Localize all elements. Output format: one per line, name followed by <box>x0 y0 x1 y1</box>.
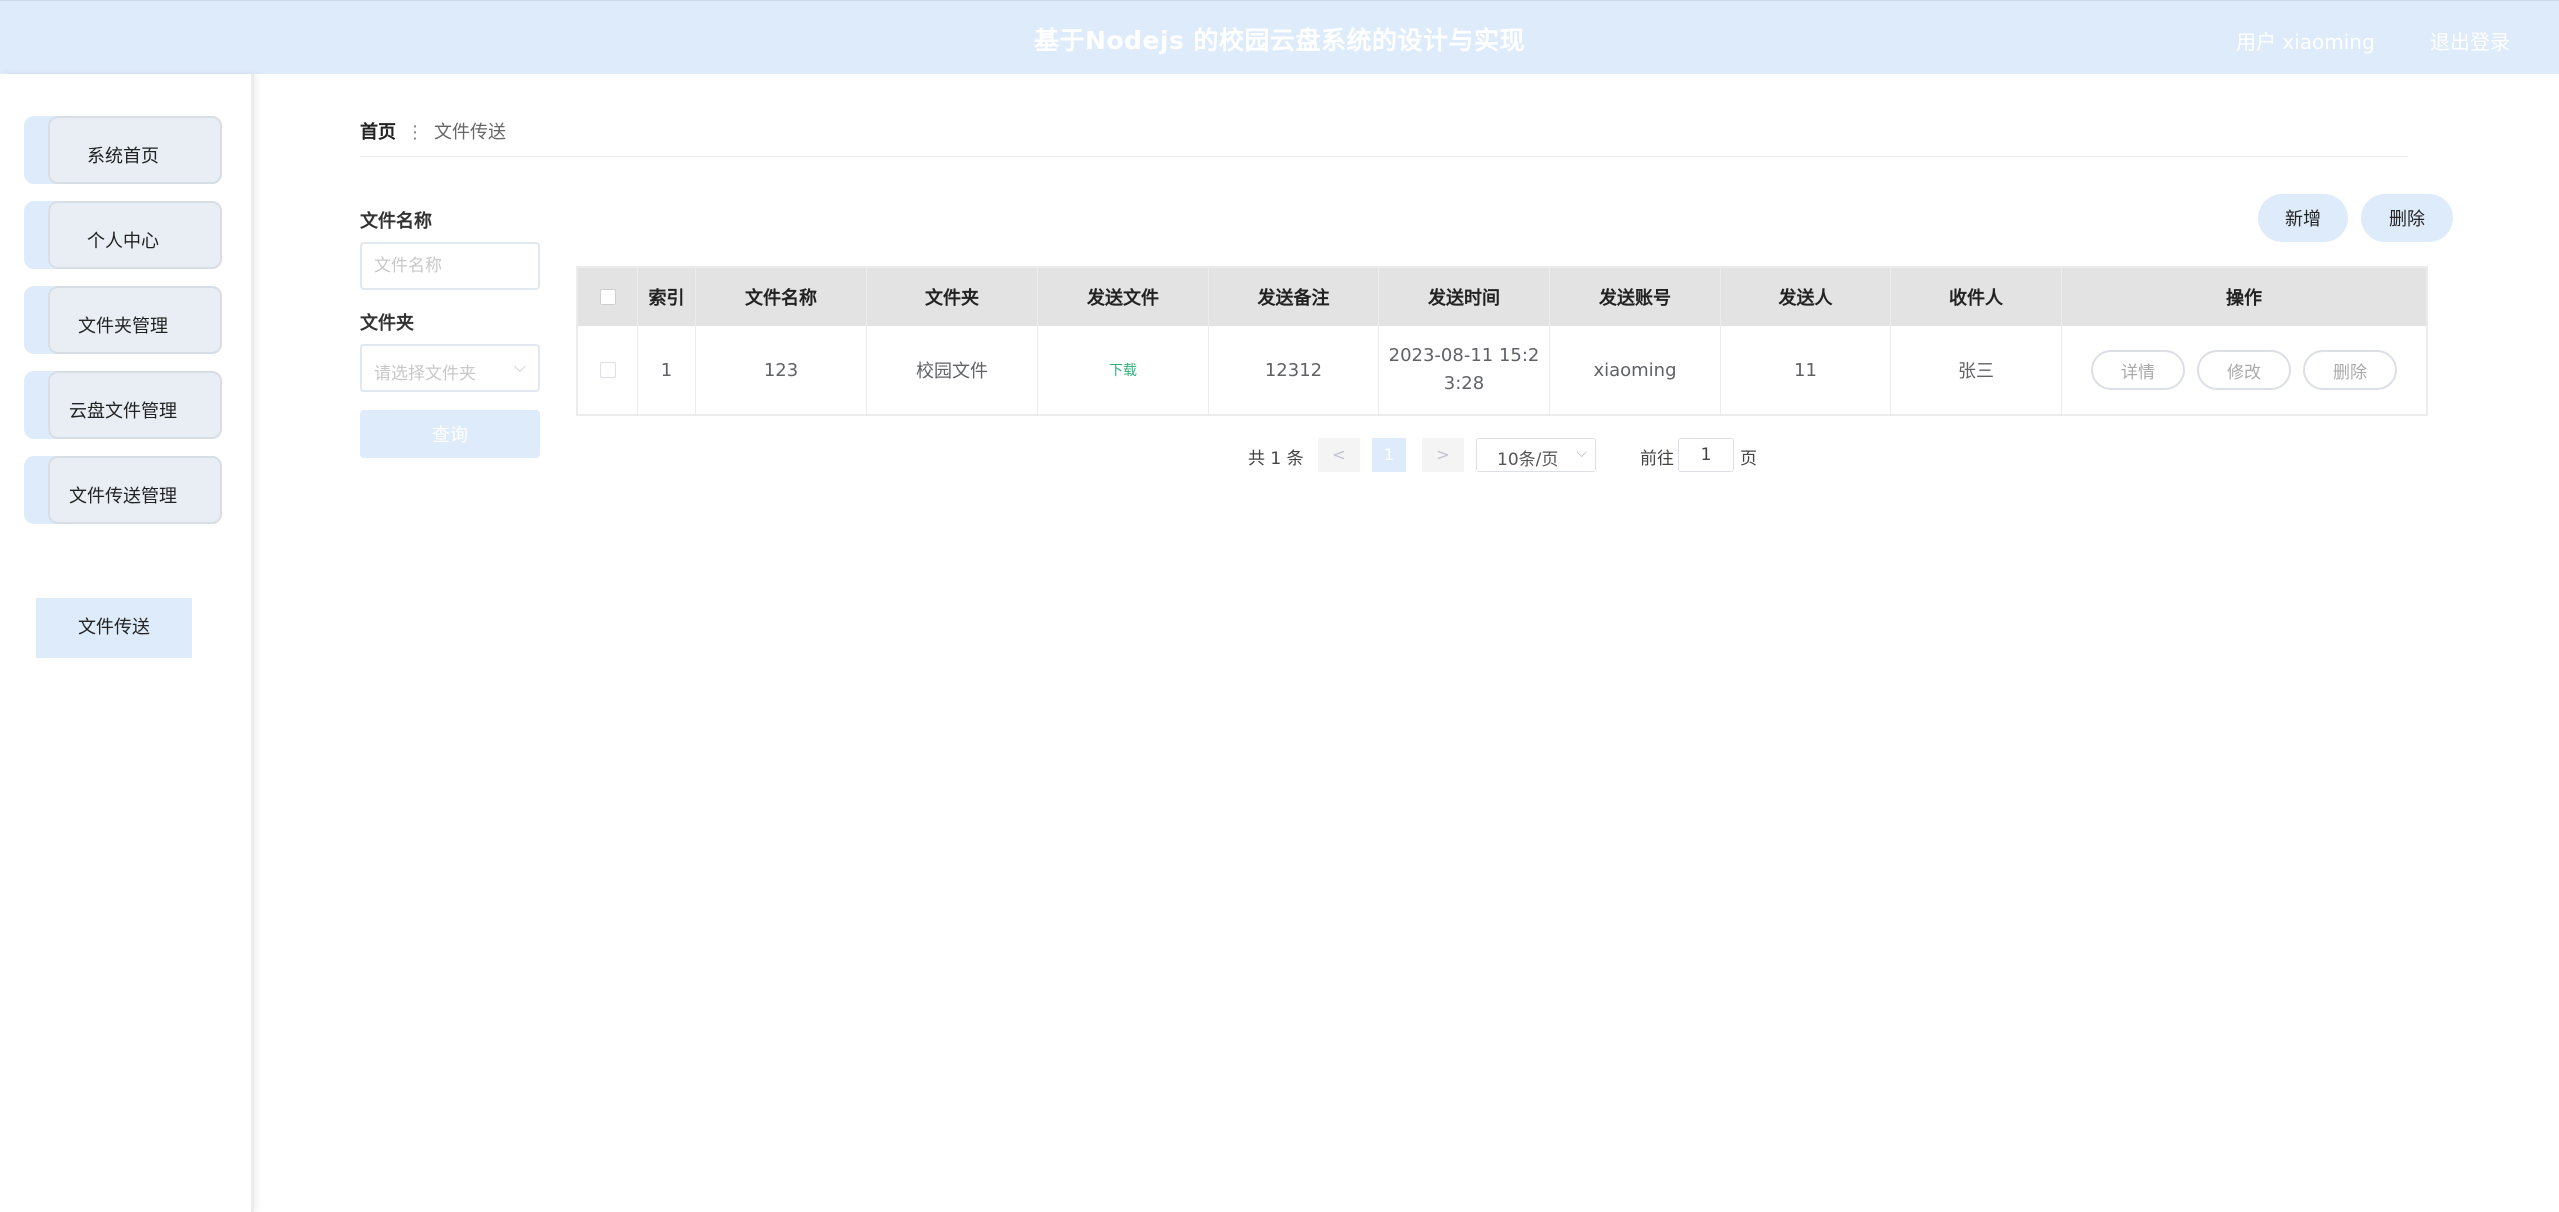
chevron-down-icon: ⌵ <box>513 357 526 376</box>
current-user-label: 用户 xiaoming <box>2236 30 2375 54</box>
folder-filter-label: 文件夹 <box>360 313 414 334</box>
cell-actions: 详情 修改 删除 <box>2062 326 2426 414</box>
file-transfer-table: 索引 文件名称 文件夹 发送文件 发送备注 发送时间 发送账号 发送人 收件人 … <box>576 266 2428 416</box>
breadcrumb-home[interactable]: 首页 <box>360 122 396 143</box>
filename-search-input[interactable] <box>360 242 540 290</box>
column-header: 发送文件 <box>1038 268 1209 326</box>
cell-folder: 校园文件 <box>867 326 1038 414</box>
sidebar-item-folder-management[interactable]: 文件夹管理 <box>24 286 222 354</box>
page-size-select[interactable]: 10条/页 ⌵ <box>1476 438 1596 472</box>
download-link[interactable]: 下载 <box>1109 360 1137 380</box>
column-header: 操作 <box>2226 288 2262 309</box>
breadcrumb: 首页 ⋮ 文件传送 <box>360 118 506 144</box>
breadcrumb-current: 文件传送 <box>434 122 506 143</box>
sidebar-item-label: 文件夹管理 <box>78 316 168 337</box>
cell-index: 1 <box>638 326 696 414</box>
sidebar-item-label: 文件传送管理 <box>69 486 177 507</box>
folder-select[interactable]: 请选择文件夹 ⌵ <box>360 344 540 392</box>
sidebar-item-label: 个人中心 <box>87 231 159 252</box>
pagination-total: 共 1 条 <box>1248 449 1304 469</box>
column-header: 文件夹 <box>867 268 1038 326</box>
sidebar-item-cloud-file-management[interactable]: 云盘文件管理 <box>24 371 222 439</box>
cell-file-name: 123 <box>696 326 867 414</box>
add-button[interactable]: 新增 <box>2258 194 2348 242</box>
select-all-checkbox[interactable] <box>599 289 616 305</box>
column-header: 收件人 <box>1891 268 2062 326</box>
cell-account: xiaoming <box>1550 326 1721 414</box>
cell-send-time: 2023-08-11 15:2 3:28 <box>1379 326 1550 414</box>
next-page-button[interactable]: > <box>1422 438 1464 472</box>
folder-select-placeholder: 请选择文件夹 <box>374 364 476 384</box>
edit-button[interactable]: 修改 <box>2197 350 2291 390</box>
search-button[interactable]: 查询 <box>360 410 540 458</box>
goto-page-input[interactable] <box>1678 438 1734 472</box>
chevron-down-icon: ⌵ <box>1576 445 1587 461</box>
column-header: 索引 <box>638 268 696 326</box>
detail-button[interactable]: 详情 <box>2091 350 2185 390</box>
logout-link[interactable]: 退出登录 <box>2430 26 2510 55</box>
table-row: 1 123 校园文件 下载 12312 2023-08-11 15:2 3:28 … <box>578 326 2426 414</box>
breadcrumb-separator-icon: ⋮ <box>406 122 424 143</box>
divider <box>360 156 2408 157</box>
sidebar-item-file-transfer-management[interactable]: 文件传送管理 <box>24 456 222 524</box>
app-title: 基于Nodejs 的校园云盘系统的设计与实现 <box>1033 26 1526 55</box>
cell-remark: 12312 <box>1209 326 1379 414</box>
column-header: 发送人 <box>1721 268 1891 326</box>
sidebar-item-label: 系统首页 <box>87 146 159 167</box>
column-header: 文件名称 <box>696 268 867 326</box>
cell-sender: 11 <box>1721 326 1891 414</box>
column-header: 发送账号 <box>1550 268 1721 326</box>
filename-filter-label: 文件名称 <box>360 211 432 232</box>
top-header: 基于Nodejs 的校园云盘系统的设计与实现 用户 xiaoming 退出登录 <box>0 0 2559 74</box>
column-header: 发送时间 <box>1379 268 1550 326</box>
row-checkbox[interactable] <box>599 362 616 378</box>
cell-receiver: 张三 <box>1891 326 2062 414</box>
delete-button[interactable]: 删除 <box>2361 194 2453 242</box>
sidebar-item-label: 云盘文件管理 <box>69 401 177 422</box>
page-size-value: 10条/页 <box>1497 450 1559 470</box>
goto-label: 前往 <box>1640 449 1674 469</box>
sidebar: 系统首页 个人中心 文件夹管理 云盘文件管理 文件传送管理 文件传送 <box>0 74 254 1212</box>
prev-page-button[interactable]: < <box>1318 438 1360 472</box>
sidebar-subitem-file-transfer[interactable]: 文件传送 <box>36 598 192 658</box>
row-delete-button[interactable]: 删除 <box>2303 350 2397 390</box>
sidebar-item-profile[interactable]: 个人中心 <box>24 201 222 269</box>
table-header: 索引 文件名称 文件夹 发送文件 发送备注 发送时间 发送账号 发送人 收件人 … <box>578 268 2426 326</box>
sidebar-item-home[interactable]: 系统首页 <box>24 116 222 184</box>
page-unit-label: 页 <box>1740 449 1757 469</box>
column-header: 发送备注 <box>1209 268 1379 326</box>
page-number-current[interactable]: 1 <box>1372 438 1406 472</box>
